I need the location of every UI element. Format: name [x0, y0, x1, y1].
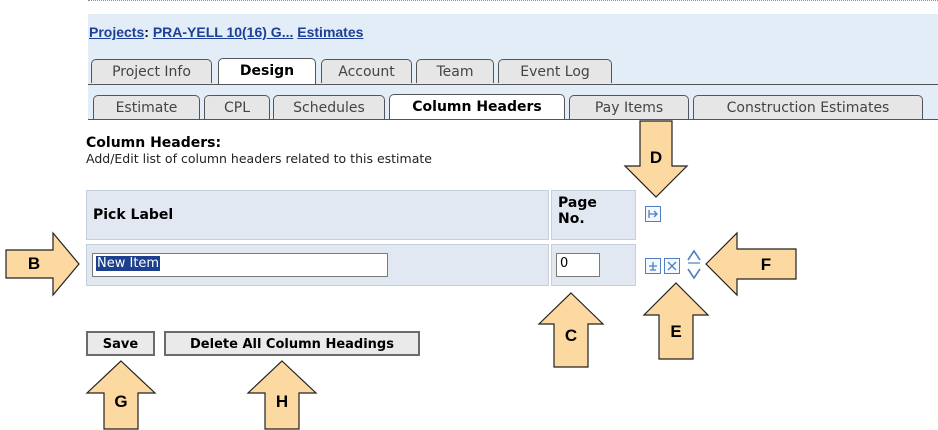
add-column-header-icon[interactable] [645, 206, 661, 222]
header-cell-pick-label: Pick Label [86, 190, 549, 240]
subtab-schedules[interactable]: Schedules [273, 95, 385, 119]
top-dotted-divider [88, 0, 938, 1]
subtab-column-headers[interactable]: Column Headers [389, 94, 565, 120]
section-description: Add/Edit list of column headers related … [86, 151, 432, 166]
insert-row-icon[interactable] [645, 258, 661, 274]
tab-event-log[interactable]: Event Log [498, 59, 612, 83]
move-down-icon[interactable] [686, 265, 702, 283]
save-button[interactable]: Save [86, 331, 155, 356]
column-header-pick-label: Pick Label [93, 207, 174, 223]
breadcrumb-estimates-link[interactable]: Estimates [297, 24, 363, 40]
callout-label-h: H [275, 392, 289, 411]
delete-row-icon[interactable] [664, 258, 680, 274]
main-tabs-baseline [88, 84, 938, 85]
tab-team[interactable]: Team [416, 59, 494, 83]
callout-arrow-e [642, 282, 710, 360]
tab-project-info[interactable]: Project Info [91, 59, 212, 83]
pick-label-input[interactable]: New Item [92, 253, 388, 277]
page-no-input[interactable]: 0 [556, 253, 600, 277]
subtab-pay-items[interactable]: Pay Items [569, 95, 689, 119]
pick-label-input-value: New Item [96, 256, 161, 271]
callout-label-f: F [760, 255, 772, 274]
subtab-construction-estimates[interactable]: Construction Estimates [693, 95, 923, 119]
callout-label-g: G [114, 392, 128, 411]
callout-label-c: C [564, 326, 578, 345]
callout-label-d: D [649, 148, 663, 167]
subtab-cpl[interactable]: CPL [204, 95, 270, 119]
tab-account[interactable]: Account [321, 59, 412, 83]
breadcrumb-projects-link[interactable]: Projects [89, 24, 144, 40]
breadcrumb: Projects: PRA-YELL 10(16) G... Estimates [89, 24, 363, 40]
subtab-estimate[interactable]: Estimate [93, 95, 200, 119]
tab-design[interactable]: Design [218, 58, 316, 84]
column-header-page-no: Page No. [558, 195, 597, 227]
sub-tabs-baseline [88, 119, 938, 120]
delete-all-column-headings-button[interactable]: Delete All Column Headings [164, 331, 420, 356]
callout-label-b: B [27, 254, 41, 273]
section-title: Column Headers: [86, 135, 222, 151]
callout-label-e: E [670, 322, 682, 341]
breadcrumb-project-link[interactable]: PRA-YELL 10(16) G... [153, 24, 294, 40]
breadcrumb-separator: : [144, 24, 149, 40]
